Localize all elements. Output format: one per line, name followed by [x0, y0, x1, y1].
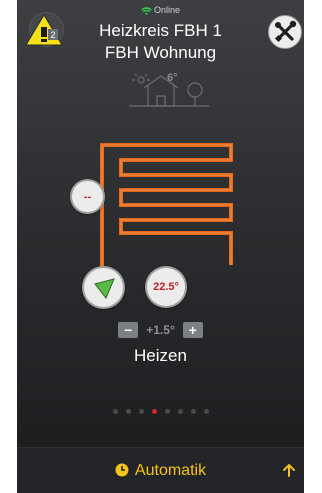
settings-button[interactable] [268, 15, 302, 49]
outside-temperature: 6° [167, 72, 178, 84]
clock-icon [115, 463, 129, 477]
automatic-label: Automatik [134, 462, 207, 479]
page-indicator [17, 409, 304, 414]
page-dot[interactable] [138, 409, 144, 414]
wifi-icon [141, 6, 152, 15]
page-dot[interactable] [177, 409, 183, 414]
room-temperature-display[interactable]: 22.5° [147, 268, 185, 306]
decrease-button[interactable]: − [118, 322, 139, 338]
page-dot[interactable] [190, 409, 196, 414]
page-dot[interactable] [112, 409, 118, 414]
tools-icon [274, 20, 297, 43]
status-text: Online [153, 5, 180, 16]
page-dot[interactable] [203, 409, 209, 414]
arrow-up-icon[interactable] [282, 463, 296, 477]
valve-icon [93, 277, 115, 299]
increase-button[interactable]: + [182, 322, 203, 338]
flow-temperature-display[interactable]: -- [72, 181, 103, 212]
page-dot[interactable] [151, 409, 157, 414]
offset-value: +1.5° [146, 323, 175, 337]
footer-bar[interactable]: Automatik [17, 447, 304, 493]
mode-label: Heizen [134, 346, 187, 365]
temperature-adjust: − +1.5° + [17, 322, 304, 338]
floor-heating-pipe [100, 143, 233, 280]
warning-icon[interactable]: 2 [25, 13, 65, 47]
app-screen: Online Heizkreis FBH 1 FBH Wohnung 2 6° … [17, 0, 304, 493]
page-dot[interactable] [164, 409, 170, 414]
warning-count: 2 [50, 30, 55, 40]
automatic-mode[interactable]: Automatik [17, 462, 304, 480]
page-dot[interactable] [125, 409, 131, 414]
valve-button[interactable] [84, 268, 123, 307]
